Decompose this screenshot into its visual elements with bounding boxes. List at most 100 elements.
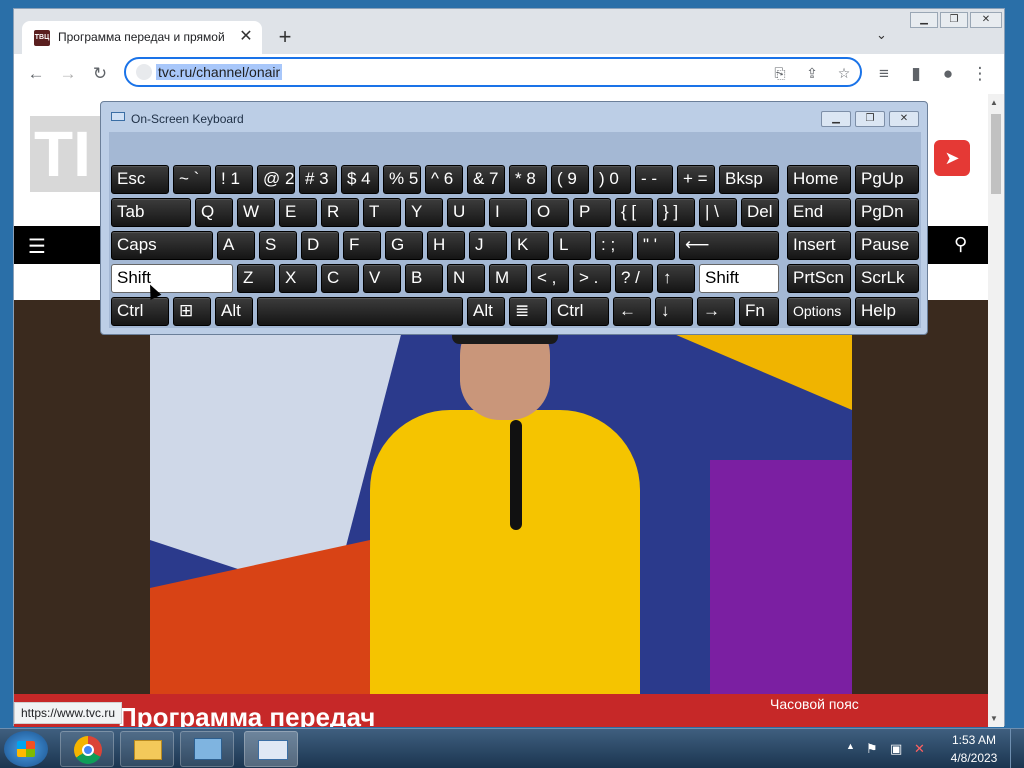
new-tab-button[interactable]: + — [272, 25, 298, 51]
key-q[interactable]: Q — [195, 198, 233, 227]
key-right-alt[interactable]: Alt — [467, 297, 505, 326]
osk-minimize-button[interactable]: ▁ — [821, 111, 851, 127]
key-minus[interactable]: - - — [635, 165, 673, 194]
key-k[interactable]: K — [511, 231, 549, 260]
forward-icon[interactable]: → — [56, 62, 80, 86]
key-f[interactable]: F — [343, 231, 381, 260]
context-menu-key-icon[interactable]: ≣ — [509, 297, 547, 326]
key-caps[interactable]: Caps — [111, 231, 213, 260]
show-desktop-button[interactable] — [1010, 729, 1024, 768]
key-scrlk[interactable]: ScrLk — [855, 264, 919, 293]
maximize-button[interactable]: ❐ — [940, 12, 968, 28]
key-prtscn[interactable]: PrtScn — [787, 264, 851, 293]
key-m[interactable]: M — [489, 264, 527, 293]
key-p[interactable]: P — [573, 198, 611, 227]
key-3[interactable]: # 3 — [299, 165, 337, 194]
site-info-icon[interactable] — [136, 64, 152, 80]
key-d[interactable]: D — [301, 231, 339, 260]
key-g[interactable]: G — [385, 231, 423, 260]
key-right-ctrl[interactable]: Ctrl — [551, 297, 609, 326]
clock-time[interactable]: 1:53 AM — [948, 733, 1000, 747]
key-o[interactable]: O — [531, 198, 569, 227]
key-up[interactable]: ↑ — [657, 264, 695, 293]
action-center-flag-icon[interactable]: ⚑ — [866, 741, 878, 757]
key-s[interactable]: S — [259, 231, 297, 260]
key-7[interactable]: & 7 — [467, 165, 505, 194]
key-left-shift[interactable]: Shift — [111, 264, 233, 293]
key-right-arrow[interactable]: → — [697, 297, 735, 326]
key-equals[interactable]: + = — [677, 165, 715, 194]
key-semicolon[interactable]: : ; — [595, 231, 633, 260]
windows-logo-key-icon[interactable]: ⊞ — [173, 297, 211, 326]
live-video-player[interactable] — [14, 300, 988, 700]
address-bar[interactable]: tvc.ru/channel/onair ⎘ ⇪ ☆ — [124, 57, 862, 87]
tray-expand-icon[interactable]: ▲ — [846, 741, 855, 751]
bookmark-star-icon[interactable]: ☆ — [834, 63, 854, 83]
key-end[interactable]: End — [787, 198, 851, 227]
key-l[interactable]: L — [553, 231, 591, 260]
key-pgdn[interactable]: PgDn — [855, 198, 919, 227]
key-e[interactable]: E — [279, 198, 317, 227]
side-panel-icon[interactable]: ▮ — [904, 62, 928, 86]
osk-titlebar[interactable]: On-Screen Keyboard ▁ ❐ ✕ — [101, 102, 927, 132]
url-text[interactable]: tvc.ru/channel/onair — [156, 64, 283, 80]
key-h[interactable]: H — [427, 231, 465, 260]
page-scrollbar[interactable]: ▲ ▼ — [988, 94, 1004, 727]
key-quote[interactable]: " ' — [637, 231, 675, 260]
scroll-thumb[interactable] — [991, 114, 1001, 194]
key-w[interactable]: W — [237, 198, 275, 227]
key-t[interactable]: T — [363, 198, 401, 227]
key-9[interactable]: ( 9 — [551, 165, 589, 194]
start-button[interactable] — [4, 731, 48, 767]
osk-options-button[interactable]: Options — [787, 297, 851, 326]
key-c[interactable]: C — [321, 264, 359, 293]
key-n[interactable]: N — [447, 264, 485, 293]
scroll-up-icon[interactable]: ▲ — [990, 98, 998, 107]
key-4[interactable]: $ 4 — [341, 165, 379, 194]
telegram-icon[interactable]: ➤ — [934, 140, 970, 176]
search-icon[interactable]: ⚲ — [954, 234, 967, 255]
key-z[interactable]: Z — [237, 264, 275, 293]
key-left-brace[interactable]: { [ — [615, 198, 653, 227]
volume-muted-icon[interactable]: ✕ — [914, 741, 925, 757]
scroll-down-icon[interactable]: ▼ — [990, 714, 998, 723]
key-backslash[interactable]: | \ — [699, 198, 737, 227]
key-1[interactable]: ! 1 — [215, 165, 253, 194]
key-down-arrow[interactable]: ↓ — [655, 297, 693, 326]
key-b[interactable]: B — [405, 264, 443, 293]
key-pgup[interactable]: PgUp — [855, 165, 919, 194]
osk-help-button[interactable]: Help — [855, 297, 919, 326]
key-esc[interactable]: Esc — [111, 165, 169, 194]
key-x[interactable]: X — [279, 264, 317, 293]
taskbar-chrome-button[interactable] — [60, 731, 114, 767]
translate-icon[interactable]: ⎘ — [770, 63, 790, 83]
key-u[interactable]: U — [447, 198, 485, 227]
key-left-ctrl[interactable]: Ctrl — [111, 297, 169, 326]
close-window-button[interactable]: ✕ — [970, 12, 1002, 28]
osk-maximize-button[interactable]: ❐ — [855, 111, 885, 127]
key-right-shift[interactable]: Shift — [699, 264, 779, 293]
key-period[interactable]: > . — [573, 264, 611, 293]
tab-close-icon[interactable]: ✕ — [236, 27, 256, 47]
key-v[interactable]: V — [363, 264, 401, 293]
key-r[interactable]: R — [321, 198, 359, 227]
reload-icon[interactable]: ↻ — [88, 62, 112, 86]
key-tab[interactable]: Tab — [111, 198, 191, 227]
key-fn[interactable]: Fn — [739, 297, 779, 326]
key-j[interactable]: J — [469, 231, 507, 260]
taskbar-control-panel-button[interactable] — [180, 731, 234, 767]
network-icon[interactable]: ▣ — [890, 741, 902, 757]
key-i[interactable]: I — [489, 198, 527, 227]
back-icon[interactable]: ← — [24, 62, 48, 86]
taskbar-osk-button[interactable] — [244, 731, 298, 767]
menu-kebab-icon[interactable]: ⋮ — [968, 62, 992, 86]
timezone-label[interactable]: Часовой пояс — [770, 696, 859, 712]
key-6[interactable]: ^ 6 — [425, 165, 463, 194]
tab-tvc[interactable]: ТВЦ Программа передач и прямой э ✕ — [22, 21, 262, 54]
hamburger-menu-icon[interactable]: ☰ — [28, 234, 46, 259]
tab-search-icon[interactable]: ⌄ — [876, 27, 887, 43]
key-a[interactable]: A — [217, 231, 255, 260]
key-8[interactable]: * 8 — [509, 165, 547, 194]
taskbar-explorer-button[interactable] — [120, 731, 174, 767]
key-space[interactable] — [257, 297, 463, 326]
